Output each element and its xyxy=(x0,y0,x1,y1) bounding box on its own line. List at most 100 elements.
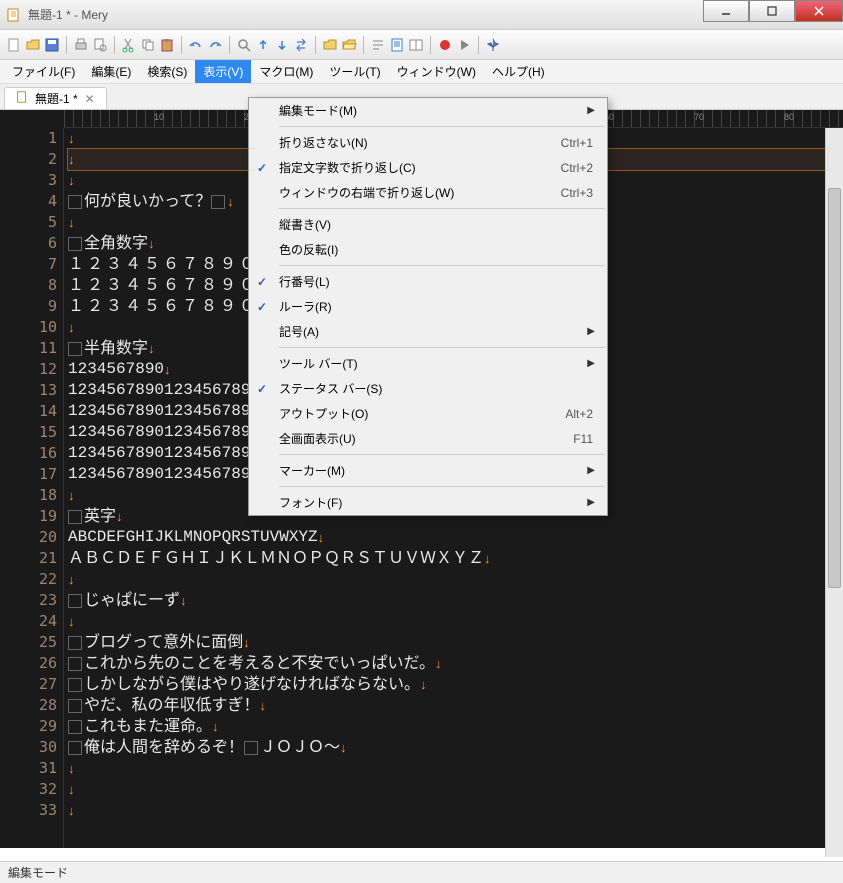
menu-item-label: 色の反転(I) xyxy=(275,241,599,258)
shortcut-label: Ctrl+3 xyxy=(561,186,599,200)
code-line[interactable]: ブログって意外に面倒↓ xyxy=(68,632,843,653)
menu-dropdown-item[interactable]: フォント(F)▶ xyxy=(249,490,607,515)
copy-icon[interactable] xyxy=(140,37,156,53)
maximize-button[interactable] xyxy=(749,0,795,22)
new-file-icon[interactable] xyxy=(6,37,22,53)
print-icon[interactable] xyxy=(73,37,89,53)
menu-dropdown-item[interactable]: ✓指定文字数で折り返し(C)Ctrl+2 xyxy=(249,155,607,180)
play-icon[interactable] xyxy=(456,37,472,53)
code-line[interactable]: 俺は人間を辞めるぞ！ＪＯＪＯ～↓ xyxy=(68,737,843,758)
folder-icon[interactable] xyxy=(322,37,338,53)
menu-dropdown-item[interactable]: 折り返さない(N)Ctrl+1 xyxy=(249,130,607,155)
menu-item[interactable]: ファイル(F) xyxy=(4,60,83,83)
preview-icon[interactable] xyxy=(92,37,108,53)
code-line[interactable]: ↓ xyxy=(68,800,843,821)
menu-dropdown-item[interactable]: ツール バー(T)▶ xyxy=(249,351,607,376)
menu-dropdown-item[interactable]: 編集モード(M)▶ xyxy=(249,98,607,123)
menu-item[interactable]: ウィンドウ(W) xyxy=(389,60,484,83)
menu-dropdown-item[interactable]: ✓ルーラ(R) xyxy=(249,294,607,319)
space-marker xyxy=(211,195,225,209)
minimize-button[interactable] xyxy=(703,0,749,22)
code-line[interactable]: ＡＢＣＤＥＦＧＨＩＪＫＬＭＮＯＰＱＲＳＴＵＶＷＸＹＺ↓ xyxy=(68,548,843,569)
record-icon[interactable] xyxy=(437,37,453,53)
paste-icon[interactable] xyxy=(159,37,175,53)
scrollbar-thumb[interactable] xyxy=(828,188,841,588)
code-line[interactable]: ↓ xyxy=(68,611,843,632)
find-prev-icon[interactable] xyxy=(255,37,271,53)
eol-marker: ↓ xyxy=(116,506,123,527)
document-tab[interactable]: 無題-1 * ✕ xyxy=(4,87,107,109)
space-marker xyxy=(68,720,82,734)
menu-item[interactable]: マクロ(M) xyxy=(251,60,321,83)
panel-icon[interactable] xyxy=(408,37,424,53)
line-text: 半角数字 xyxy=(84,338,148,359)
menu-separator xyxy=(279,347,605,348)
open-file-icon[interactable] xyxy=(25,37,41,53)
menu-dropdown-item[interactable]: ウィンドウの右端で折り返し(W)Ctrl+3 xyxy=(249,180,607,205)
pin-icon[interactable] xyxy=(485,37,501,53)
eol-marker: ↓ xyxy=(340,737,347,758)
code-line[interactable]: ↓ xyxy=(68,569,843,590)
menu-item[interactable]: 表示(V) xyxy=(195,60,251,83)
find-next-icon[interactable] xyxy=(274,37,290,53)
code-line[interactable]: ABCDEFGHIJKLMNOPQRSTUVWXYZ↓ xyxy=(68,527,843,548)
line-number: 15 xyxy=(0,422,57,443)
replace-icon[interactable] xyxy=(293,37,309,53)
line-text: 12345678901234567890 xyxy=(68,422,260,443)
space-marker xyxy=(244,741,258,755)
line-number: 19 xyxy=(0,506,57,527)
menu-item[interactable]: 編集(E) xyxy=(83,60,139,83)
line-text: 全角数字 xyxy=(84,233,148,254)
line-number: 27 xyxy=(0,674,57,695)
menu-item[interactable]: 検索(S) xyxy=(139,60,195,83)
cut-icon[interactable] xyxy=(121,37,137,53)
line-number: 3 xyxy=(0,170,57,191)
menu-dropdown-item[interactable]: マーカー(M)▶ xyxy=(249,458,607,483)
menu-dropdown-item[interactable]: 縦書き(V) xyxy=(249,212,607,237)
find-icon[interactable] xyxy=(236,37,252,53)
menu-item[interactable]: ツール(T) xyxy=(321,60,388,83)
menu-dropdown-item[interactable]: ✓ステータス バー(S) xyxy=(249,376,607,401)
code-line[interactable]: ↓ xyxy=(68,758,843,779)
menu-dropdown-item[interactable]: 色の反転(I) xyxy=(249,237,607,262)
menu-item-label: 編集モード(M) xyxy=(275,102,587,119)
line-number: 16 xyxy=(0,443,57,464)
undo-icon[interactable] xyxy=(188,37,204,53)
code-line[interactable]: しかしながら僕はやり遂げなければならない。↓ xyxy=(68,674,843,695)
line-number: 23 xyxy=(0,590,57,611)
line-text: ABCDEFGHIJKLMNOPQRSTUVWXYZ xyxy=(68,527,318,548)
wrap-icon[interactable] xyxy=(370,37,386,53)
line-text: これもまた運命。 xyxy=(84,716,212,737)
close-button[interactable] xyxy=(795,0,843,22)
eol-marker: ↓ xyxy=(68,611,75,632)
menu-item-label: マーカー(M) xyxy=(275,462,587,479)
save-icon[interactable] xyxy=(44,37,60,53)
line-number: 30 xyxy=(0,737,57,758)
statusbar: 編集モード xyxy=(0,861,843,883)
doc-icon[interactable] xyxy=(389,37,405,53)
menu-dropdown-item[interactable]: 全画面表示(U)F11 xyxy=(249,426,607,451)
open-folder-icon[interactable] xyxy=(341,37,357,53)
submenu-arrow-icon: ▶ xyxy=(587,497,599,508)
redo-icon[interactable] xyxy=(207,37,223,53)
menu-dropdown-item[interactable]: ✓行番号(L) xyxy=(249,269,607,294)
code-line[interactable]: やだ、私の年収低すぎ！↓ xyxy=(68,695,843,716)
line-text: １２３４５６７８９０ xyxy=(68,296,258,317)
line-number: 28 xyxy=(0,695,57,716)
ruler-label: 80 xyxy=(784,112,794,122)
tab-close-icon[interactable]: ✕ xyxy=(84,93,96,105)
space-marker xyxy=(68,636,82,650)
code-line[interactable]: ↓ xyxy=(68,779,843,800)
line-text: 英字 xyxy=(84,506,116,527)
submenu-arrow-icon: ▶ xyxy=(587,358,599,369)
code-line[interactable]: これから先のことを考えると不安でいっぱいだ。↓ xyxy=(68,653,843,674)
menu-dropdown-item[interactable]: アウトプット(O)Alt+2 xyxy=(249,401,607,426)
line-number: 29 xyxy=(0,716,57,737)
vertical-scrollbar[interactable] xyxy=(825,128,843,857)
eol-marker: ↓ xyxy=(148,233,155,254)
code-line[interactable]: じゃぱにーず↓ xyxy=(68,590,843,611)
menu-item[interactable]: ヘルプ(H) xyxy=(484,60,553,83)
code-line[interactable]: これもまた運命。↓ xyxy=(68,716,843,737)
menu-item-label: アウトプット(O) xyxy=(275,405,565,422)
menu-dropdown-item[interactable]: 記号(A)▶ xyxy=(249,319,607,344)
